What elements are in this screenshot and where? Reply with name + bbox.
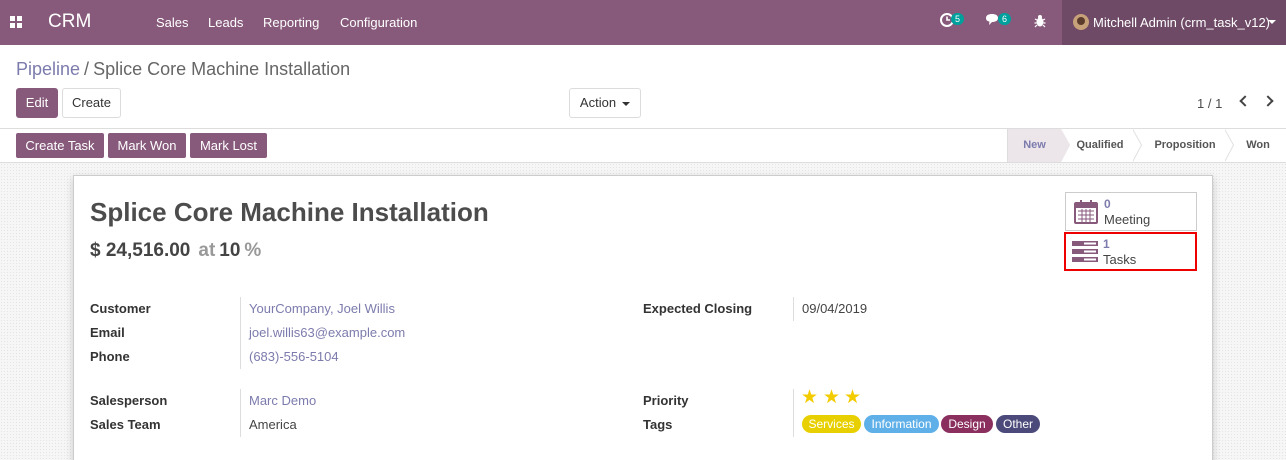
form-statusbar: Create Task Mark Won Mark Lost New Quali… [0,129,1286,163]
user-avatar [1073,14,1089,30]
phone-value[interactable]: (683)-556-5104 [249,349,339,364]
breadcrumb-pipeline-link[interactable]: Pipeline [16,59,80,79]
expected-closing-label: Expected Closing [643,301,753,316]
mark-lost-button[interactable]: Mark Lost [190,133,267,158]
action-dropdown[interactable]: Action [569,88,641,118]
email-value[interactable]: joel.willis63@example.com [249,325,405,340]
calendar-icon [1074,200,1098,227]
field-separator [240,389,241,437]
menu-reporting[interactable]: Reporting [263,15,319,30]
action-caret-icon [622,101,631,106]
expected-revenue[interactable]: $ 24,516.00 [90,240,190,261]
stage-arrow-fill [1061,129,1070,162]
user-caret-icon [1268,20,1276,24]
stage-qualified[interactable]: Qualified [1070,129,1130,162]
apps-menu-icon[interactable] [10,16,22,28]
user-name: Mitchell Admin (crm_task_v12) [1093,15,1270,30]
meeting-label: Meeting [1104,212,1151,227]
tag-design[interactable]: Design [941,415,993,433]
salesperson-value[interactable]: Marc Demo [249,393,316,408]
priority-label: Priority [643,393,689,408]
pager-value[interactable]: 1 / 1 [1197,96,1222,111]
breadcrumb: Pipeline / Splice Core Machine Installatio… [16,59,350,80]
debug-bug-icon[interactable] [1034,14,1046,31]
customer-label: Customer [90,301,151,316]
tasks-count: 1 [1103,237,1110,251]
opportunity-title[interactable]: Splice Core Machine Installation [90,197,489,228]
stage-proposition[interactable]: Proposition [1143,129,1227,162]
meeting-count: 0 [1104,197,1111,211]
menu-configuration[interactable]: Configuration [340,15,417,30]
stage-new[interactable]: New [1007,129,1061,162]
meeting-smart-button[interactable]: 0 Meeting [1065,192,1197,231]
tag-information[interactable]: Information [864,415,939,433]
stage-arrow-fill [1132,129,1141,162]
tasks-smart-button[interactable]: 1 Tasks [1064,232,1197,271]
priority-star-icon[interactable]: ★ [823,388,840,407]
revenue-at-label: at [198,240,216,261]
tags-label: Tags [643,417,673,432]
stage-won[interactable]: Won [1238,129,1278,162]
user-menu[interactable]: Mitchell Admin (crm_task_v12) [1062,0,1286,45]
email-label: Email [90,325,125,340]
create-button[interactable]: Create [62,88,121,118]
tag-other[interactable]: Other [996,415,1040,433]
create-task-button[interactable]: Create Task [16,133,104,158]
sales-team-label: Sales Team [90,417,161,432]
edit-button[interactable]: Edit [16,88,58,118]
sales-team-value[interactable]: America [249,417,297,432]
salesperson-label: Salesperson [90,393,168,408]
percent-sign: % [244,240,262,261]
expected-closing-value[interactable]: 09/04/2019 [802,301,867,316]
breadcrumb-separator: / [84,59,90,79]
breadcrumb-current: Splice Core Machine Installation [93,59,351,79]
mark-won-button[interactable]: Mark Won [108,133,186,158]
probability-value[interactable]: 10 [219,240,240,261]
field-separator [793,389,794,437]
expected-revenue-line: $ 24,516.00 at 10% [90,240,261,262]
pager-previous-icon[interactable] [1239,95,1251,107]
phone-label: Phone [90,349,130,364]
field-separator [240,297,241,369]
priority-star-icon[interactable]: ★ [801,388,818,407]
form-sheet: Splice Core Machine Installation $ 24,51… [73,175,1213,460]
pager-next-icon[interactable] [1262,95,1274,107]
activity-badge: 5 [951,13,965,25]
messages-badge: 6 [998,13,1012,25]
tasks-icon [1072,241,1098,266]
customer-value[interactable]: YourCompany, Joel Willis [249,301,395,316]
menu-sales[interactable]: Sales [156,15,189,30]
action-label: Action [579,95,617,110]
top-navbar: CRM Sales Leads Reporting Configuration … [0,0,1286,45]
tasks-label: Tasks [1103,252,1137,267]
app-brand[interactable]: CRM [48,11,91,33]
tag-services[interactable]: Services [802,415,861,433]
stage-arrow-fill [1224,129,1233,162]
priority-star-icon[interactable]: ★ [844,388,861,407]
menu-leads[interactable]: Leads [208,15,243,30]
field-separator [793,297,794,321]
